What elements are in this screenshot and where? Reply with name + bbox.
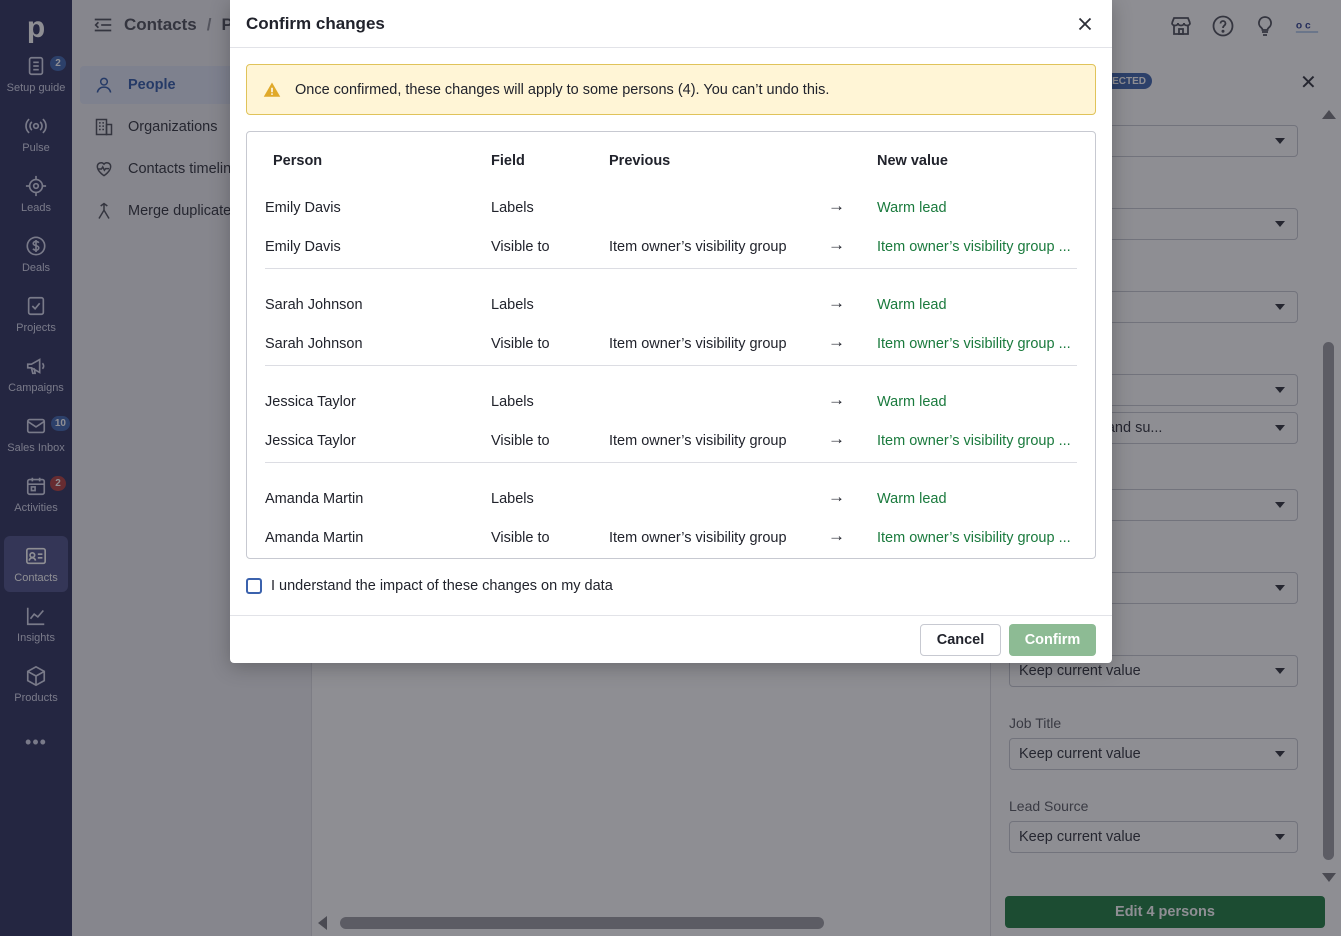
column-header-field: Field xyxy=(491,153,525,169)
arrow-right-icon: → xyxy=(828,293,845,312)
cell-new-value: Warm lead xyxy=(877,394,947,410)
cell-person: Sarah Johnson xyxy=(265,336,363,352)
cell-previous: Item owner’s visibility group xyxy=(609,433,787,449)
table-row: Sarah Johnson Visible to Item owner’s vi… xyxy=(265,326,1077,365)
cell-person: Emily Davis xyxy=(265,239,341,255)
cell-field: Labels xyxy=(491,491,534,507)
dialog-header: Confirm changes xyxy=(230,0,1112,48)
close-icon[interactable] xyxy=(1074,13,1096,35)
cell-person: Sarah Johnson xyxy=(265,297,363,313)
cell-field: Visible to xyxy=(491,336,550,352)
cell-field: Visible to xyxy=(491,239,550,255)
cell-new-value: Item owner’s visibility group ... xyxy=(877,530,1071,546)
column-header-new-value: New value xyxy=(877,153,948,169)
changes-table: Person Field Previous New value Emily Da… xyxy=(246,131,1096,559)
cell-field: Labels xyxy=(491,297,534,313)
table-row: Sarah Johnson Labels → Warm lead xyxy=(265,287,1077,326)
cell-person: Jessica Taylor xyxy=(265,433,356,449)
acknowledge-row: I understand the impact of these changes… xyxy=(246,578,613,594)
cell-previous: Item owner’s visibility group xyxy=(609,336,787,352)
cell-new-value: Warm lead xyxy=(877,297,947,313)
warning-banner: Once confirmed, these changes will apply… xyxy=(246,64,1096,115)
cell-person: Jessica Taylor xyxy=(265,394,356,410)
arrow-right-icon: → xyxy=(828,332,845,351)
group-divider xyxy=(265,462,1077,463)
column-header-previous: Previous xyxy=(609,153,671,169)
arrow-right-icon: → xyxy=(828,390,845,409)
warning-text: Once confirmed, these changes will apply… xyxy=(295,81,830,98)
cell-field: Visible to xyxy=(491,433,550,449)
arrow-right-icon: → xyxy=(828,429,845,448)
confirm-changes-dialog: Confirm changes Once confirmed, these ch… xyxy=(230,0,1112,663)
dialog-title: Confirm changes xyxy=(246,14,385,33)
group-divider xyxy=(265,268,1077,269)
cell-person: Amanda Martin xyxy=(265,491,364,507)
cancel-button[interactable]: Cancel xyxy=(920,624,1001,656)
column-header-person: Person xyxy=(273,153,323,169)
arrow-right-icon: → xyxy=(828,235,845,254)
cell-new-value: Item owner’s visibility group ... xyxy=(877,336,1071,352)
table-row: Emily Davis Visible to Item owner’s visi… xyxy=(265,229,1077,268)
table-row: Emily Davis Labels → Warm lead xyxy=(265,190,1077,229)
cell-previous: Item owner’s visibility group xyxy=(609,239,787,255)
dialog-footer: Cancel Confirm xyxy=(230,615,1112,663)
cell-person: Amanda Martin xyxy=(265,530,364,546)
cell-field: Labels xyxy=(491,394,534,410)
cell-new-value: Item owner’s visibility group ... xyxy=(877,239,1071,255)
cell-new-value: Warm lead xyxy=(877,200,947,216)
cell-person: Emily Davis xyxy=(265,200,341,216)
table-row: Jessica Taylor Visible to Item owner’s v… xyxy=(265,423,1077,462)
acknowledge-checkbox[interactable] xyxy=(246,578,262,594)
arrow-right-icon: → xyxy=(828,526,845,545)
cell-previous: Item owner’s visibility group xyxy=(609,530,787,546)
app-root: p Setup guide 2 Pulse Leads Deals Projec… xyxy=(0,0,1341,936)
confirm-button[interactable]: Confirm xyxy=(1009,624,1096,656)
acknowledge-label[interactable]: I understand the impact of these changes… xyxy=(271,578,613,594)
arrow-right-icon: → xyxy=(828,487,845,506)
warning-icon xyxy=(263,82,281,97)
table-row: Amanda Martin Labels → Warm lead xyxy=(265,481,1077,520)
cell-field: Labels xyxy=(491,200,534,216)
cell-new-value: Item owner’s visibility group ... xyxy=(877,433,1071,449)
table-row: Jessica Taylor Labels → Warm lead xyxy=(265,384,1077,423)
cell-new-value: Warm lead xyxy=(877,491,947,507)
table-row: Amanda Martin Visible to Item owner’s vi… xyxy=(265,520,1077,559)
cell-field: Visible to xyxy=(491,530,550,546)
group-divider xyxy=(265,365,1077,366)
arrow-right-icon: → xyxy=(828,196,845,215)
